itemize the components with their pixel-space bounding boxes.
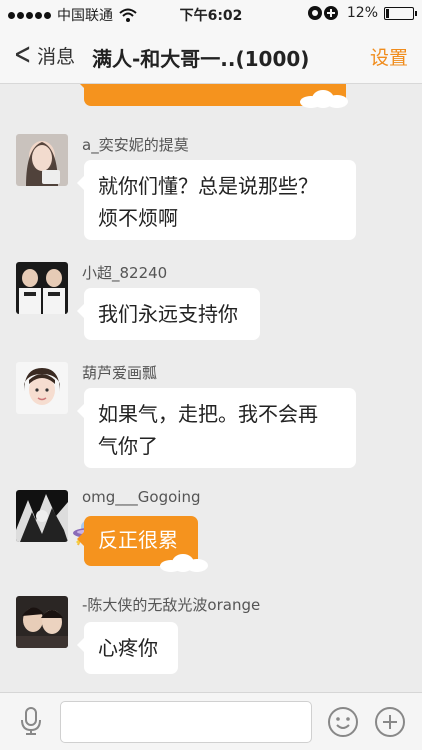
settings-button[interactable]: 设置 xyxy=(370,43,408,70)
message-input[interactable] xyxy=(60,701,312,743)
message-bubble[interactable]: 如果气，走把。我不会再 气你了 xyxy=(77,388,356,468)
chevron-left-icon: < xyxy=(13,37,32,72)
message-line: 我们永远支持你 xyxy=(98,302,238,326)
microphone-icon[interactable] xyxy=(16,706,46,736)
cloud-decoration-icon xyxy=(160,554,210,572)
message-bubble[interactable]: 心疼你 xyxy=(77,622,178,674)
message-line: 反正很累 xyxy=(98,528,178,552)
avatar[interactable] xyxy=(16,596,68,648)
message-bubble[interactable]: 就你们懂？总是说那些？ 烦不烦啊 xyxy=(77,160,356,240)
avatar[interactable] xyxy=(16,262,68,314)
sender-name: omg___Gogoing xyxy=(82,488,201,506)
avatar[interactable] xyxy=(16,134,68,186)
message-line: 心疼你 xyxy=(98,636,158,660)
message-line: 就你们懂？总是说那些？ xyxy=(98,174,318,198)
message-item: omg___Gogoing 反正很累 xyxy=(0,488,422,584)
message-item: a_奕安妮的提莫 就你们懂？总是说那些？ 烦不烦啊 xyxy=(0,132,422,252)
chat-title: 满人-和大哥一..(1000) xyxy=(92,47,310,71)
alarm-lock-icon xyxy=(307,6,338,20)
avatar[interactable] xyxy=(16,490,68,542)
back-button[interactable]: < 消息 xyxy=(10,40,75,70)
message-line: 如果气，走把。我不会再 xyxy=(98,402,318,426)
message-item: -陈大侠的无敌光波orange 心疼你 xyxy=(0,594,422,690)
sender-name: -陈大侠的无敌光波orange xyxy=(82,596,261,614)
message-bubble[interactable]: 我们永远支持你 xyxy=(77,288,260,340)
plus-icon[interactable] xyxy=(374,706,406,738)
status-right: 12% xyxy=(307,5,417,21)
avatar[interactable] xyxy=(16,362,68,414)
message-partial: 对。 xyxy=(0,84,422,108)
input-bar xyxy=(0,692,422,750)
smiley-icon[interactable] xyxy=(327,706,359,738)
sender-name: a_奕安妮的提莫 xyxy=(82,136,189,154)
sender-name: 葫芦爱画瓢 xyxy=(82,364,158,382)
battery-icon xyxy=(384,6,417,20)
status-bar: 中国联通 下午6:02 12% xyxy=(0,0,422,28)
nav-bar: < 消息 满人-和大哥一..(1000) 设置 xyxy=(0,28,422,84)
message-list[interactable]: 对。 a_奕安妮的提莫 就你们懂？总是说那些？ xyxy=(0,84,422,692)
message-line: 烦不烦啊 xyxy=(98,206,178,230)
message-line: 气你了 xyxy=(98,434,158,458)
cloud-decoration-icon xyxy=(300,90,350,108)
chat-screen: 中国联通 下午6:02 12% < 消息 满人-和大哥一..(1000) 设置 … xyxy=(0,0,422,750)
message-item: 小超_82240 我们永远支持你 xyxy=(0,262,422,352)
message-item: 葫芦爱画瓢 如果气，走把。我不会再 气你了 xyxy=(0,362,422,474)
back-label: 消息 xyxy=(37,45,76,68)
battery-percent: 12% xyxy=(346,5,378,21)
sender-name: 小超_82240 xyxy=(82,264,168,282)
